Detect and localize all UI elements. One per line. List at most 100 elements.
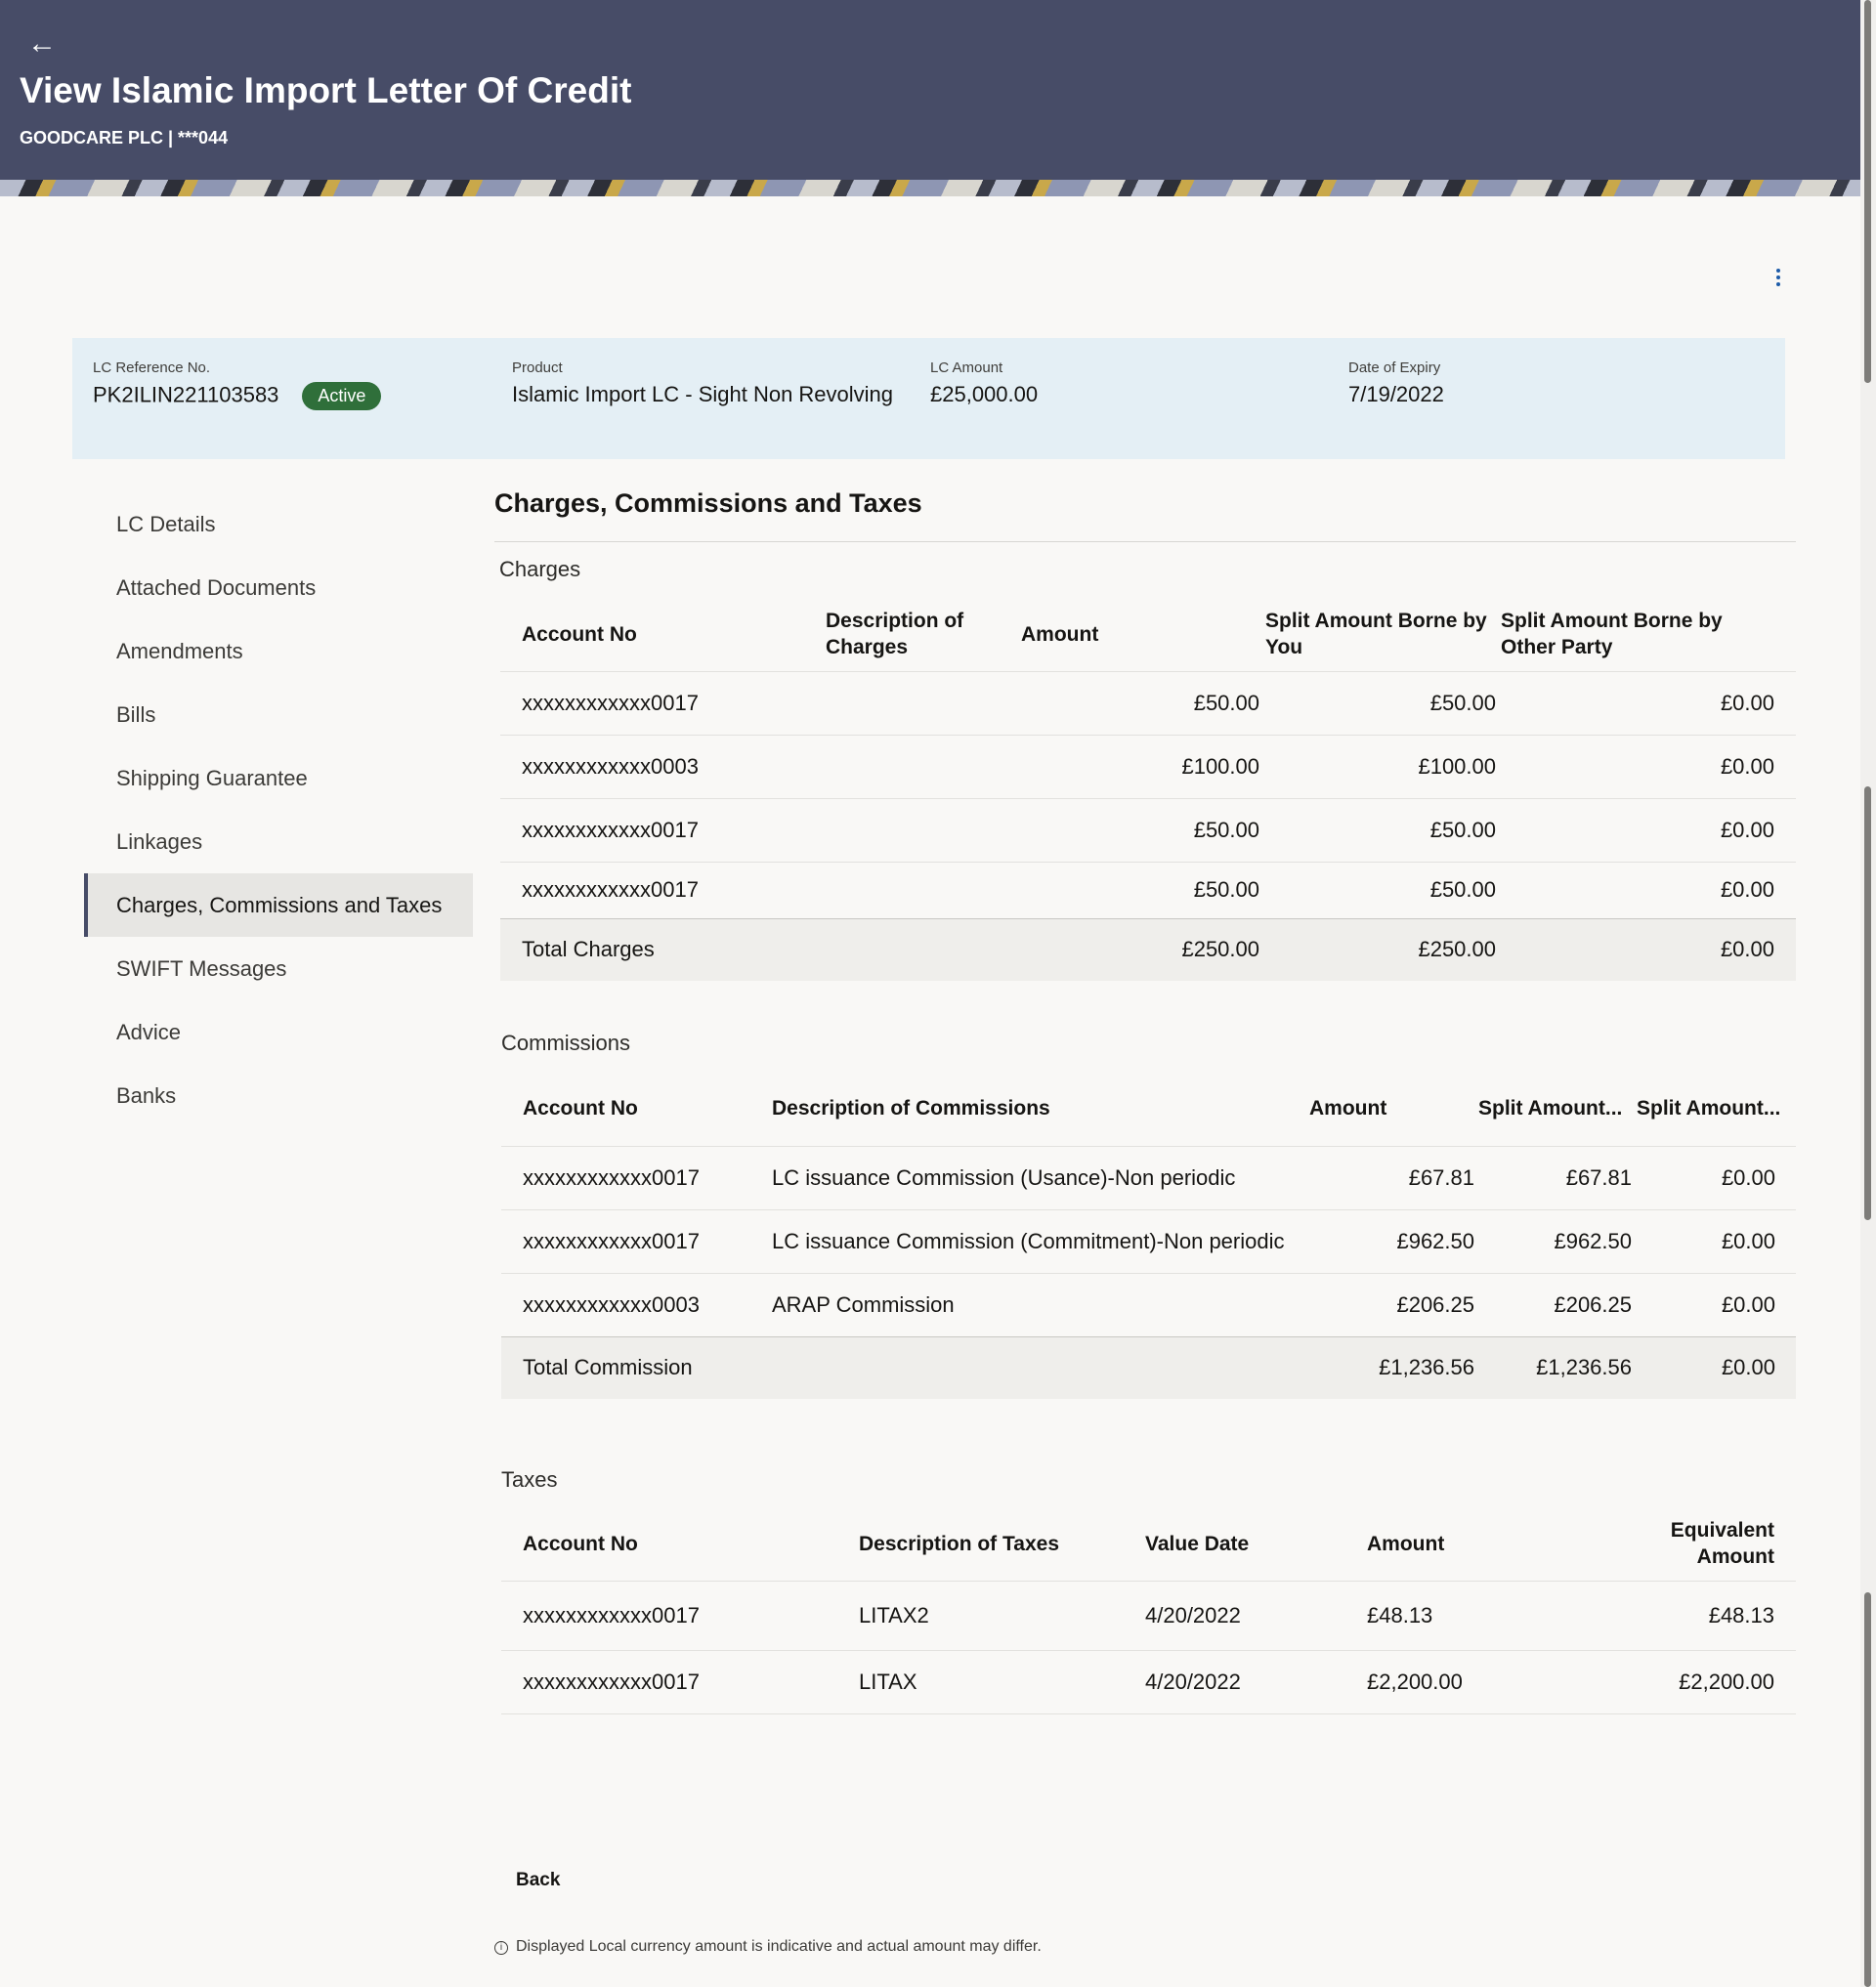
scrollbar-thumb[interactable] — [1864, 786, 1871, 1220]
nav-item-charges-commissions-taxes[interactable]: Charges, Commissions and Taxes — [84, 873, 473, 937]
column-header: Amount — [1309, 1097, 1387, 1120]
description-cell: LC issuance Commission (Commitment)-Non … — [772, 1208, 1309, 1273]
total-description — [772, 1335, 1309, 1399]
total-split-other: £0.00 — [1501, 917, 1796, 981]
description-cell — [826, 797, 1002, 862]
account-no-cell: xxxxxxxxxxxx0017 — [500, 670, 826, 735]
nav-item-banks[interactable]: Banks — [84, 1064, 473, 1127]
amount-cell: £50.00 — [1002, 670, 1265, 735]
product: Product Islamic Import LC - Sight Non Re… — [512, 359, 893, 407]
date-of-expiry-value: 7/19/2022 — [1348, 382, 1444, 406]
split-other-cell: £0.00 — [1637, 1145, 1796, 1209]
table-row: xxxxxxxxxxxx0017 £50.00 £50.00 £0.00 — [500, 670, 1796, 735]
taxes-title: Taxes — [501, 1467, 558, 1492]
taxes-table: Account No Description of Taxes Value Da… — [501, 1507, 1796, 1714]
equivalent-amount-cell: £2,200.00 — [1582, 1649, 1796, 1714]
account-no-cell: xxxxxxxxxxxx0017 — [501, 1208, 772, 1273]
split-you-cell: £50.00 — [1265, 670, 1501, 735]
equivalent-amount-cell: £48.13 — [1582, 1580, 1796, 1650]
account-no-cell: xxxxxxxxxxxx0017 — [501, 1649, 859, 1714]
total-split-you: £1,236.56 — [1478, 1335, 1637, 1399]
table-row: xxxxxxxxxxxx0003 ARAP Commission £206.25… — [501, 1272, 1796, 1336]
amount-cell: £962.50 — [1309, 1208, 1478, 1273]
account-no-cell: xxxxxxxxxxxx0017 — [501, 1145, 772, 1209]
page-title: View Islamic Import Letter Of Credit — [20, 70, 632, 110]
amount-cell: £50.00 — [1002, 797, 1265, 862]
table-row: xxxxxxxxxxxx0003 £100.00 £100.00 £0.00 — [500, 734, 1796, 798]
table-row: xxxxxxxxxxxx0017 LITAX 4/20/2022 £2,200.… — [501, 1649, 1796, 1714]
total-label: Total Commission — [501, 1335, 772, 1399]
table-header: Account No Description of Charges Amount… — [500, 598, 1796, 671]
nav-item-advice[interactable]: Advice — [84, 1000, 473, 1064]
column-header: Description of Commissions — [772, 1097, 1050, 1120]
total-row: Total Charges £250.00 £250.00 £0.00 — [500, 917, 1796, 981]
split-you-cell: £67.81 — [1478, 1145, 1637, 1209]
split-you-cell: £962.50 — [1478, 1208, 1637, 1273]
total-label: Total Charges — [500, 917, 826, 981]
column-header: Split Amount Borne by You — [1265, 610, 1487, 659]
charges-title: Charges — [499, 557, 581, 581]
column-header: Split Amount... — [1637, 1097, 1781, 1120]
scrollbar-thumb[interactable] — [1864, 1592, 1871, 1987]
account-no-cell: xxxxxxxxxxxx0017 — [501, 1580, 859, 1650]
total-row: Total Commission £1,236.56 £1,236.56 £0.… — [501, 1335, 1796, 1399]
nav-item-lc-details[interactable]: LC Details — [84, 492, 473, 556]
nav-item-amendments[interactable]: Amendments — [84, 619, 473, 683]
info-icon: i — [494, 1941, 508, 1955]
split-you-cell: £206.25 — [1478, 1272, 1637, 1336]
description-cell: LITAX — [859, 1649, 1145, 1714]
split-other-cell: £0.00 — [1637, 1208, 1796, 1273]
nav-item-linkages[interactable]: Linkages — [84, 810, 473, 873]
nav-item-shipping-guarantee[interactable]: Shipping Guarantee — [84, 746, 473, 810]
back-button[interactable]: Back — [504, 1862, 572, 1899]
description-cell: LC issuance Commission (Usance)-Non peri… — [772, 1145, 1309, 1209]
split-you-cell: £50.00 — [1265, 861, 1501, 918]
nav-item-attached-documents[interactable]: Attached Documents — [84, 556, 473, 619]
amount-cell: £100.00 — [1002, 734, 1265, 798]
commissions-table: Account No Description of Commissions Am… — [501, 1072, 1796, 1399]
column-header: Split Amount... — [1478, 1097, 1623, 1120]
decorative-banner — [0, 180, 1860, 196]
column-header: Split Amount Borne by Other Party — [1501, 610, 1723, 659]
back-arrow-icon[interactable]: ← — [27, 29, 57, 59]
main-content: Charges, Commissions and Taxes Charges A… — [494, 488, 1798, 1714]
lc-amount: LC Amount £25,000.00 — [930, 359, 1038, 407]
total-split-other: £0.00 — [1637, 1335, 1796, 1399]
sidebar-nav: LC Details Attached Documents Amendments… — [84, 492, 473, 1127]
description-cell — [826, 670, 1002, 735]
description-cell — [826, 861, 1002, 918]
total-description — [826, 917, 1002, 981]
column-header: Value Date — [1145, 1532, 1250, 1555]
column-header: Description of Charges — [826, 610, 964, 659]
divider — [494, 541, 1796, 542]
charges-table: Account No Description of Charges Amount… — [500, 598, 1796, 981]
amount-cell: £2,200.00 — [1367, 1649, 1582, 1714]
more-options-icon[interactable] — [1767, 266, 1790, 295]
lc-amount-label: LC Amount — [930, 359, 1003, 376]
table-header: Account No Description of Taxes Value Da… — [501, 1507, 1796, 1581]
account-no-cell: xxxxxxxxxxxx0003 — [501, 1272, 772, 1336]
lc-amount-value: £25,000.00 — [930, 382, 1039, 406]
product-value: Islamic Import LC - Sight Non Revolving — [512, 382, 894, 406]
amount-cell: £50.00 — [1002, 861, 1265, 918]
column-header: Account No — [522, 622, 637, 646]
table-header: Account No Description of Commissions Am… — [501, 1072, 1796, 1146]
column-header: Account No — [523, 1097, 638, 1120]
split-you-cell: £50.00 — [1265, 797, 1501, 862]
nav-item-swift-messages[interactable]: SWIFT Messages — [84, 937, 473, 1000]
column-header: Description of Taxes — [859, 1532, 1059, 1555]
nav-item-bills[interactable]: Bills — [84, 683, 473, 746]
column-header: Account No — [523, 1532, 638, 1555]
split-other-cell: £0.00 — [1501, 734, 1796, 798]
description-cell: ARAP Commission — [772, 1272, 1309, 1336]
total-amount: £250.00 — [1002, 917, 1265, 981]
footnote: i Displayed Local currency amount is indi… — [494, 1938, 1042, 1956]
date-of-expiry: Date of Expiry 7/19/2022 — [1348, 359, 1444, 407]
split-other-cell: £0.00 — [1501, 670, 1796, 735]
section-title: Charges, Commissions and Taxes — [494, 488, 922, 518]
commissions-title: Commissions — [501, 1031, 631, 1055]
lc-reference-label: LC Reference No. — [93, 359, 211, 376]
scrollbar-thumb[interactable] — [1864, 0, 1871, 383]
description-cell — [826, 734, 1002, 798]
split-you-cell: £100.00 — [1265, 734, 1501, 798]
